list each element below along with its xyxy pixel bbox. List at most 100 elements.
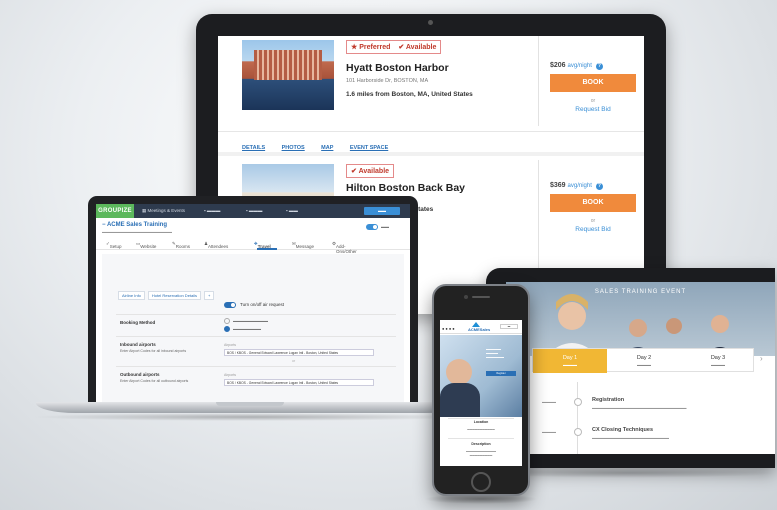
tab-rooms[interactable]: ✎ Rooms bbox=[172, 241, 190, 249]
divider bbox=[448, 438, 514, 439]
person-body bbox=[440, 383, 480, 417]
chevron-right-icon[interactable]: › bbox=[760, 354, 763, 363]
laptop-base bbox=[36, 402, 464, 413]
agenda-item-title[interactable]: CX Closing Techniques bbox=[592, 427, 653, 433]
smartphone: ●●●● ACMESales ▬ ▬▬▬▬▬ ▬▬▬▬ ▬▬▬▬▬▬ Registe… bbox=[432, 284, 530, 496]
request-bid-link[interactable]: Request Bid bbox=[550, 106, 636, 113]
tab-label: Setup bbox=[109, 244, 122, 249]
acme-logo[interactable]: ACMESales bbox=[468, 322, 490, 332]
outbound-airport-select[interactable]: BOS / KBOS - General Edward Lawrence Log… bbox=[224, 379, 374, 386]
agenda-item-title[interactable]: Registration bbox=[592, 397, 624, 403]
hotel-address: 101 Harborside Dr, BOSTON, MA bbox=[346, 78, 429, 84]
groupize-logo[interactable]: GROUPIZE bbox=[96, 204, 134, 218]
preferred-badge: Preferred bbox=[359, 44, 391, 51]
available-badge: Available bbox=[358, 168, 390, 175]
phone-camera bbox=[464, 295, 468, 299]
tab-label: Add-Ons/Other bbox=[336, 244, 357, 254]
nav-action-button[interactable]: ▬▬ bbox=[364, 207, 400, 215]
nav-item-meetings[interactable]: ▦ Meetings & Events bbox=[142, 208, 185, 214]
price-value: $206 bbox=[550, 62, 566, 69]
day-tab[interactable]: Day 3 ▬▬▬▬ bbox=[681, 349, 755, 373]
book-button[interactable]: BOOK bbox=[550, 194, 636, 212]
person-face bbox=[446, 359, 472, 385]
register-button[interactable]: Register bbox=[486, 371, 516, 376]
tablet-screen: SALES TRAINING EVENT Day 1 ▬▬▬▬ Day 2 ▬▬▬▬… bbox=[506, 282, 775, 454]
home-button[interactable] bbox=[471, 472, 491, 492]
page-title: − ACME Sales Training bbox=[102, 222, 167, 228]
nav-item[interactable]: ▪ ▬▬▬ bbox=[204, 208, 220, 213]
divider bbox=[116, 314, 396, 315]
inbound-airport-select[interactable]: BOS / KBOS - General Edward Lawrence Log… bbox=[224, 349, 374, 356]
hotel-distance: 1.6 miles from Boston, MA, United States bbox=[346, 91, 473, 98]
add-icon[interactable]: + bbox=[204, 291, 215, 300]
day-tab[interactable]: Day 2 ▬▬▬▬ bbox=[607, 349, 681, 373]
airports-column-label: Airports bbox=[224, 343, 237, 347]
help-icon[interactable]: ? bbox=[595, 63, 603, 70]
laptop-notch bbox=[216, 402, 284, 406]
location-heading: Location bbox=[473, 420, 489, 424]
description-text: ▬▬▬▬▬▬▬▬▬▬▬▬ ▬▬▬▬▬▬▬▬▬ bbox=[466, 450, 496, 457]
description-heading: Description bbox=[471, 442, 491, 446]
check-icon: ✔ bbox=[398, 44, 405, 51]
hotel-links: DETAILS PHOTOS MAP EVENT SPACE bbox=[242, 136, 400, 151]
event-time: ▬▬▬▬ bbox=[542, 430, 556, 434]
airline-info-tab[interactable]: Airline Info bbox=[118, 291, 145, 300]
details-link[interactable]: DETAILS bbox=[242, 145, 265, 151]
nav-item-label: Meetings & Events bbox=[147, 208, 186, 213]
nav-item[interactable]: ▪ ▬▬ bbox=[286, 208, 298, 213]
divider bbox=[538, 36, 539, 126]
or-label: or bbox=[590, 218, 596, 224]
phone-speaker bbox=[472, 296, 490, 298]
laptop: GROUPIZE ▦ Meetings & Events ▪ ▬▬▬ ▪ ▬▬▬… bbox=[88, 196, 418, 402]
day-label: Day 2 bbox=[636, 355, 652, 361]
page-subtitle: ▬▬▬▬▬▬▬▬▬▬▬▬▬▬▬▬▬▬▬▬ bbox=[102, 230, 172, 234]
header-button[interactable]: ▬ bbox=[500, 324, 518, 329]
monitor-camera bbox=[428, 20, 433, 25]
menu-icon[interactable]: ●●●● bbox=[442, 326, 456, 331]
agenda-item-description: ▬▬▬▬▬▬▬▬▬▬▬▬▬▬▬▬▬▬▬▬▬▬ bbox=[592, 436, 669, 440]
or-label: or bbox=[590, 98, 596, 104]
tab-add-ons[interactable]: ⚙ Add-Ons/Other bbox=[332, 241, 357, 254]
divider bbox=[218, 131, 644, 132]
inbound-airports-label: Inbound airports bbox=[120, 342, 156, 347]
selected-airport: BOS / KBOS - General Edward Lawrence Log… bbox=[227, 381, 339, 385]
booking-method-label: Booking Method bbox=[120, 320, 156, 325]
tab-label: Rooms bbox=[175, 244, 191, 249]
tab-setup[interactable]: ✓ Setup bbox=[106, 241, 122, 249]
sub-tabs: Airline Info Hotel Reservation Details + bbox=[118, 284, 217, 300]
day-label: Day 1 bbox=[562, 355, 578, 361]
request-bid-link[interactable]: Request Bid bbox=[550, 226, 636, 233]
timeline-dot bbox=[574, 398, 582, 406]
collapse-icon[interactable]: − bbox=[102, 222, 106, 228]
airports-column-label: Airports bbox=[224, 373, 237, 377]
day-selector: Day 1 ▬▬▬▬ Day 2 ▬▬▬▬ Day 3 ▬▬▬▬ bbox=[532, 348, 755, 373]
timeline-dot bbox=[574, 428, 582, 436]
tab-message[interactable]: ✉ Message bbox=[292, 241, 314, 249]
hotel-reservation-tab[interactable]: Hotel Reservation Details bbox=[147, 291, 202, 300]
hotel-name[interactable]: Hilton Boston Back Bay bbox=[346, 182, 465, 194]
hotel-photo[interactable] bbox=[242, 40, 334, 110]
laptop-shadow bbox=[30, 413, 470, 421]
hero-image: ▬▬▬▬▬ ▬▬▬▬ ▬▬▬▬▬▬ Register bbox=[440, 335, 522, 417]
agenda-item-description: ▬▬▬▬▬▬▬▬▬▬▬▬▬▬▬▬▬▬▬▬▬▬▬▬▬▬▬ bbox=[592, 406, 687, 410]
air-request-switch[interactable] bbox=[224, 302, 236, 308]
tab-attendees[interactable]: ♟ Attendees bbox=[204, 241, 228, 249]
publish-toggle[interactable] bbox=[366, 224, 378, 230]
inbound-airports-help: Enter Airport Codes for all inbound airp… bbox=[120, 349, 187, 353]
booking-option-radio[interactable]: ▬▬▬▬▬▬▬▬▬▬ bbox=[224, 318, 268, 324]
nav-item[interactable]: ▪ ▬▬▬ bbox=[246, 208, 262, 213]
photos-link[interactable]: PHOTOS bbox=[282, 145, 305, 151]
event-space-link[interactable]: EVENT SPACE bbox=[350, 145, 388, 151]
day-tab[interactable]: Day 1 ▬▬▬▬ bbox=[533, 349, 607, 373]
tab-travel[interactable]: ✈ Travel bbox=[254, 241, 271, 249]
divider bbox=[116, 336, 396, 337]
help-icon[interactable]: ? bbox=[595, 183, 603, 190]
book-button[interactable]: BOOK bbox=[550, 74, 636, 92]
check-icon: ✔ bbox=[351, 168, 357, 175]
map-link[interactable]: MAP bbox=[321, 145, 333, 151]
hotel-name[interactable]: Hyatt Boston Harbor bbox=[346, 62, 449, 74]
tab-website[interactable]: ▭ Website bbox=[136, 241, 156, 249]
booking-option-radio[interactable]: ▬▬▬▬▬▬▬▬ bbox=[224, 326, 261, 332]
star-icon: ★ bbox=[351, 44, 358, 51]
laptop-screen: GROUPIZE ▦ Meetings & Events ▪ ▬▬▬ ▪ ▬▬▬… bbox=[96, 204, 410, 402]
